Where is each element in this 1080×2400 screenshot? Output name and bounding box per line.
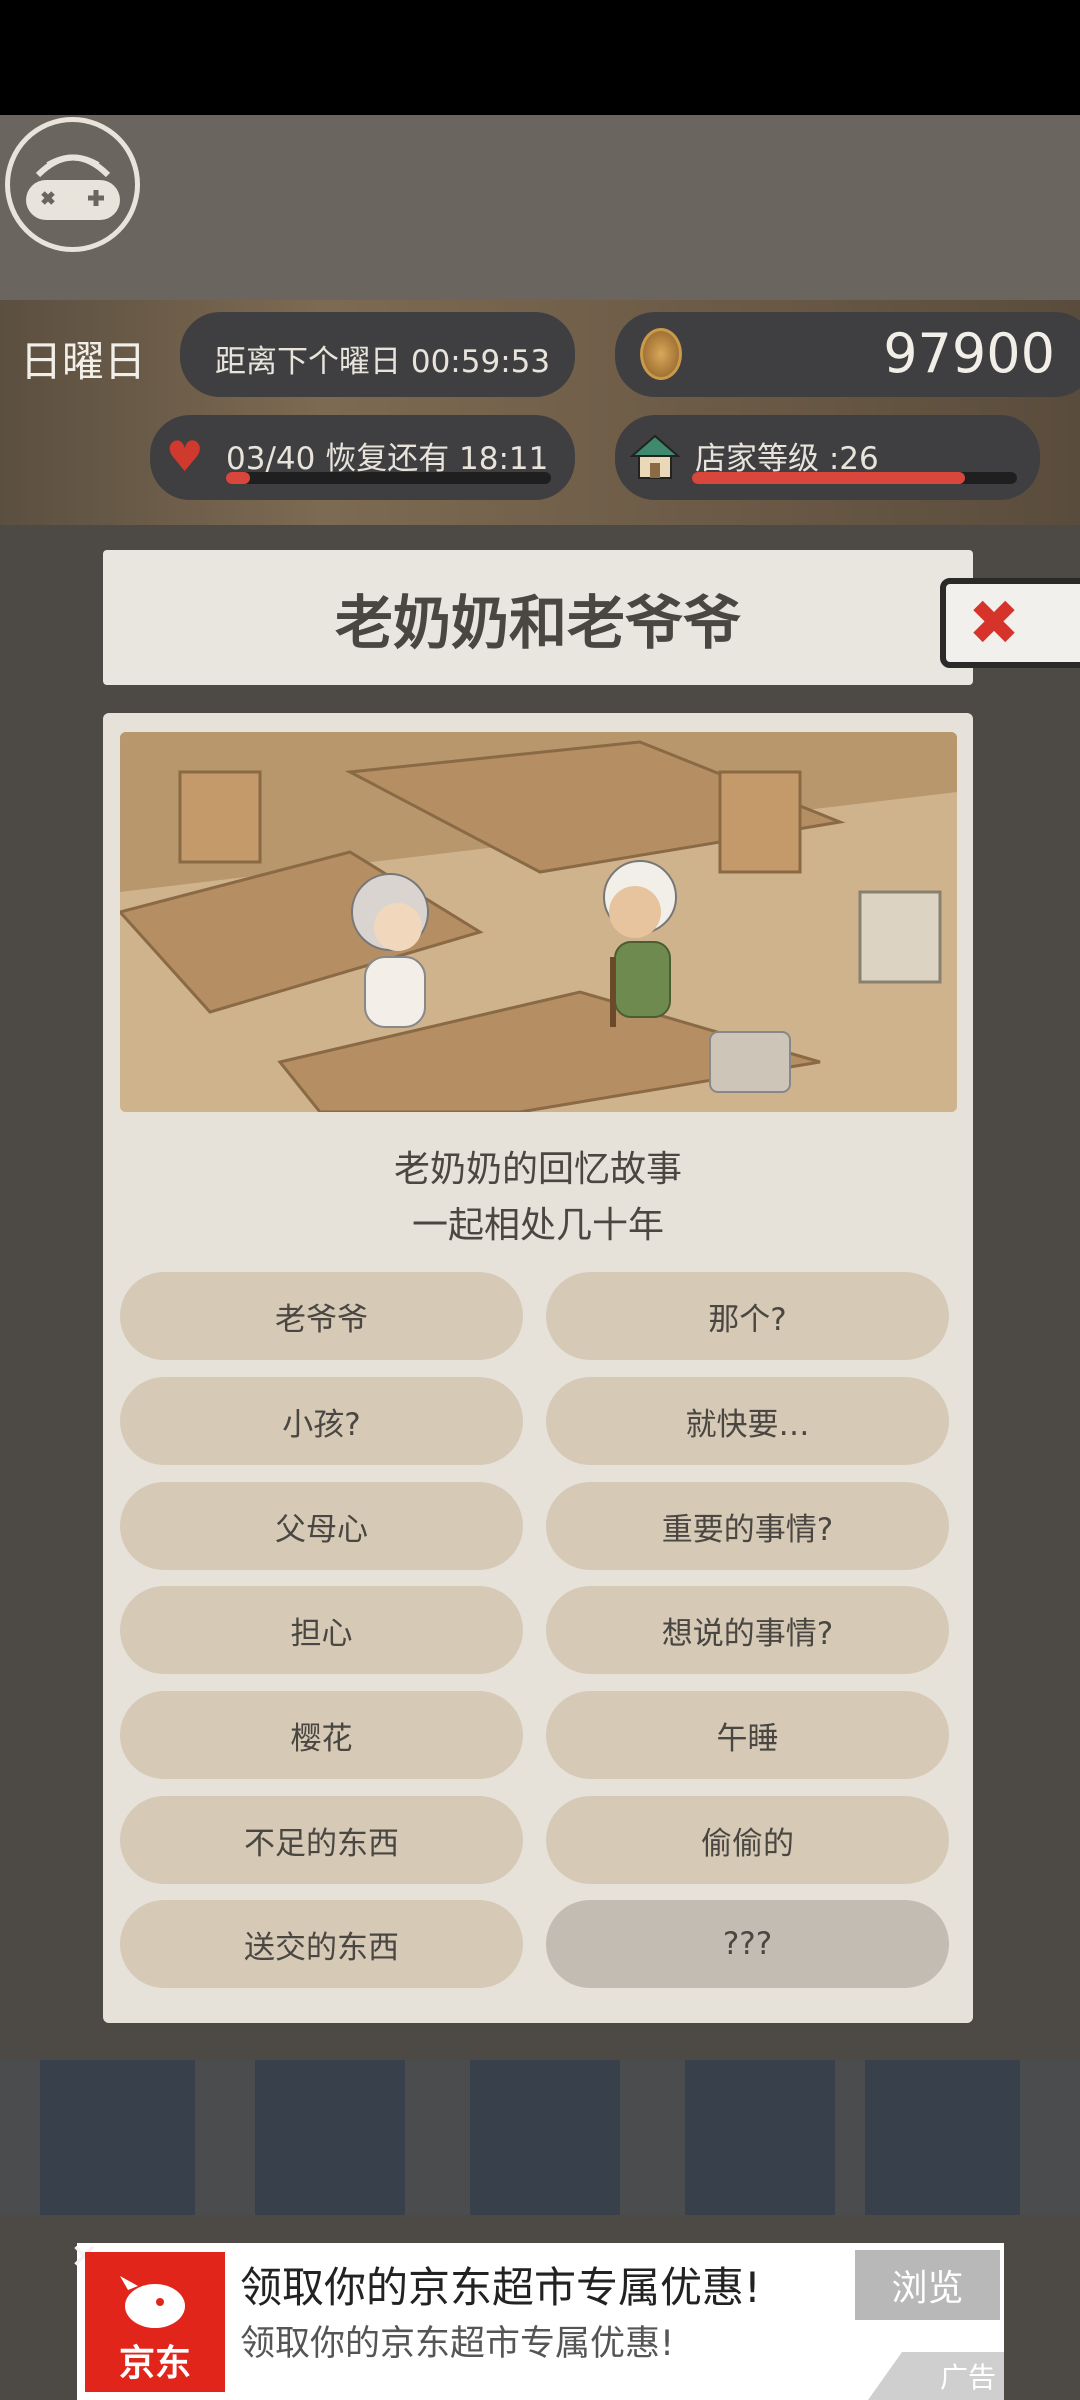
status-bar: [0, 0, 1080, 115]
bottom-scene-panel: [470, 2060, 620, 2215]
story-option-9[interactable]: 樱花: [120, 1691, 523, 1779]
house-icon: [630, 434, 680, 479]
close-button[interactable]: ✖: [940, 578, 1080, 668]
story-option-8[interactable]: 想说的事情?: [546, 1586, 949, 1674]
story-option-1[interactable]: 老爷爷: [120, 1272, 523, 1360]
close-icon: ✖: [968, 586, 1020, 659]
dialog-title: 老奶奶和老爷爷: [334, 588, 741, 657]
coin-icon: [640, 328, 682, 380]
ad-subtitle: 领取你的京东超市专属优惠!: [240, 2324, 675, 2364]
weekday-label: 日曜日: [20, 337, 147, 386]
story-option-4[interactable]: 就快要…: [546, 1377, 949, 1465]
story-subtitle: 一起相处几十年: [411, 1205, 664, 1246]
ad-browse-button[interactable]: 浏览: [855, 2250, 1000, 2320]
stamina-bar: [226, 472, 551, 484]
story-illustration: [120, 732, 957, 1112]
story-option-locked[interactable]: ???: [546, 1900, 949, 1988]
story-option-10[interactable]: 午睡: [546, 1691, 949, 1779]
story-option-6[interactable]: 重要的事情?: [546, 1482, 949, 1570]
shop-level-bar: [692, 472, 1017, 484]
gamepad-menu-button[interactable]: [5, 117, 140, 252]
stamina-bar-fill: [226, 472, 251, 484]
bottom-scene-panel: [865, 2060, 1020, 2215]
game-top-banner: [0, 115, 1080, 300]
ad-title: 领取你的京东超市专属优惠!: [240, 2263, 761, 2312]
story-option-5[interactable]: 父母心: [120, 1482, 523, 1570]
dialog-title-box: 老奶奶和老爷爷: [103, 550, 973, 685]
story-option-3[interactable]: 小孩?: [120, 1377, 523, 1465]
story-option-11[interactable]: 不足的东西: [120, 1796, 523, 1884]
jd-brand-text: 京东: [118, 2343, 191, 2384]
story-option-12[interactable]: 偷偷的: [546, 1796, 949, 1884]
coin-value: 97900: [883, 322, 1055, 385]
gamepad-icon: [25, 154, 120, 220]
story-option-13[interactable]: 送交的东西: [120, 1900, 523, 1988]
story-option-2[interactable]: 那个?: [546, 1272, 949, 1360]
jd-dog-icon: [120, 2276, 185, 2328]
shop-level-bar-fill: [692, 472, 965, 484]
bottom-scene-panel: [40, 2060, 195, 2215]
jd-logo: 京东: [85, 2252, 225, 2392]
bottom-scene-panel: [255, 2060, 405, 2215]
next-day-timer: 距离下个曜日 00:59:53: [215, 344, 551, 380]
story-title: 老奶奶的回忆故事: [393, 1149, 682, 1190]
heart-icon: ♥: [166, 432, 204, 481]
bottom-scene-panel: [685, 2060, 835, 2215]
story-option-7[interactable]: 担心: [120, 1586, 523, 1674]
